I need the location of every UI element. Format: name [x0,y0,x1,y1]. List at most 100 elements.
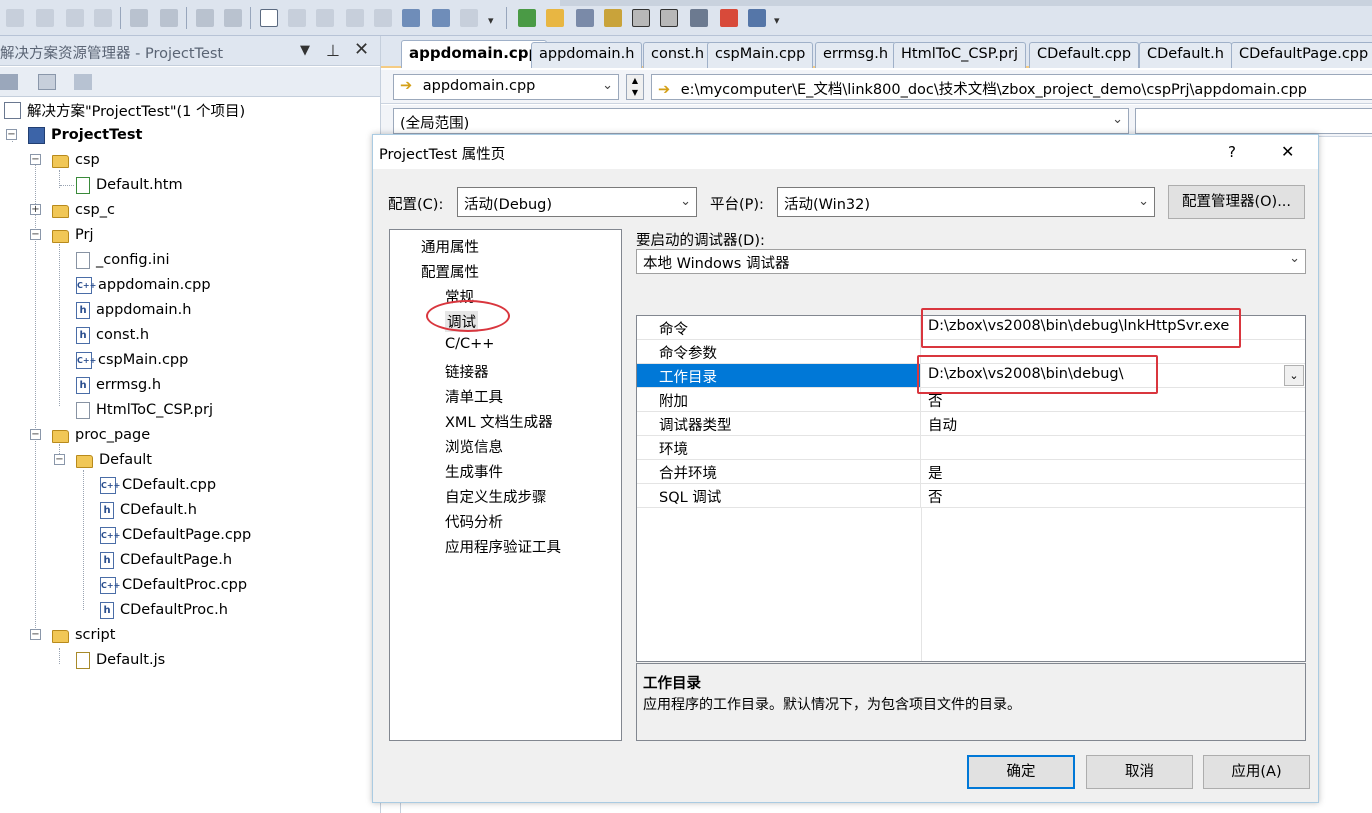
bookmark-prev-icon[interactable] [288,9,306,27]
outdent-icon[interactable] [160,9,178,27]
toolbar-icon-3[interactable] [66,9,84,27]
collapse-icon[interactable]: − [30,629,41,640]
file-combo[interactable]: ➔ appdomain.cpp ⌄ [393,74,619,100]
toolbar-icon-2[interactable] [36,9,54,27]
tree-item-file[interactable]: C++ CDefaultPage.cpp [100,523,251,547]
cancel-button[interactable]: 取消 [1086,755,1193,789]
scope-combo[interactable]: (全局范围) ⌄ [393,108,1129,134]
close-icon[interactable]: ✕ [1281,142,1294,161]
tab-appdomain-cpp[interactable]: appdomain.cpp [401,40,548,68]
font-icon[interactable] [604,9,622,27]
expand-icon[interactable]: + [30,204,41,215]
toolbar-overflow-icon[interactable]: ▾ [488,14,496,32]
tab-const-h[interactable]: const.h [643,42,713,68]
prop-row-command[interactable]: 命令 D:\zbox\vs2008\bin\debug\lnkHttpSvr.e… [637,316,1305,340]
tree-item-file[interactable]: Default.js [76,648,165,672]
tree-item-file[interactable]: HtmlToC_CSP.prj [76,398,213,422]
collapse-icon[interactable]: − [30,154,41,165]
nav-item-general[interactable]: 常规 [445,286,474,307]
bookmark-folder-icon[interactable] [346,9,364,27]
toolbar-icon-4[interactable] [94,9,112,27]
bookmark-list-icon[interactable] [460,9,478,27]
prop-value[interactable] [922,436,1305,459]
tree-item-file[interactable]: C++ cspMain.cpp [76,348,188,372]
open-folder-icon[interactable] [546,9,564,27]
bookmark-icon[interactable] [260,9,278,27]
lock-icon[interactable] [632,9,650,27]
toolbar-icon-1[interactable] [6,9,24,27]
bookmark-toggle-icon[interactable] [432,9,450,27]
dropdown-icon[interactable]: ▼ [300,43,310,58]
prop-row-merge-env[interactable]: 合并环境 是 [637,460,1305,484]
tab-cdefaultpage-cpp[interactable]: CDefaultPage.cpp [1231,42,1372,68]
prop-value[interactable]: 否 [922,388,1305,411]
tree-item-file[interactable]: h appdomain.h [76,298,191,322]
prop-row-command-args[interactable]: 命令参数 [637,340,1305,364]
comment-icon[interactable] [196,9,214,27]
nav-item-common-props[interactable]: 通用属性 [421,236,479,257]
nav-item-config-props[interactable]: 配置属性 [421,261,479,282]
spellcheck-icon[interactable] [720,9,738,27]
config-select[interactable]: 活动(Debug) ⌄ [457,187,697,217]
tab-errmsg-h[interactable]: errmsg.h [815,42,897,68]
toolbar-overflow-icon[interactable]: ▾ [774,14,782,32]
tree-item-file[interactable]: h errmsg.h [76,373,161,397]
tree-item-file[interactable]: Default.htm [76,173,183,197]
debugger-select[interactable]: 本地 Windows 调试器 ⌄ [636,249,1306,274]
apply-button[interactable]: 应用(A) [1203,755,1310,789]
prop-value[interactable]: D:\zbox\vs2008\bin\debug\lnkHttpSvr.exe [922,316,1305,339]
tree-item-solution[interactable]: 解决方案"ProjectTest"(1 个项目) [4,98,245,122]
prop-value[interactable]: 自动 [922,412,1305,435]
bookmark-doc-icon[interactable] [374,9,392,27]
prop-row-sql-debug[interactable]: SQL 调试 否 [637,484,1305,508]
collapse-icon[interactable]: − [30,429,41,440]
tree-item-file[interactable]: h CDefaultPage.h [100,548,232,572]
ok-button[interactable]: 确定 [967,755,1075,789]
prop-value[interactable]: 否 [922,484,1305,507]
nav-item-xml-doc[interactable]: XML 文档生成器 [445,411,553,432]
tree-item-folder-csp-c[interactable]: csp_c [52,198,115,222]
platform-select[interactable]: 活动(Win32) ⌄ [777,187,1155,217]
nav-item-manifest[interactable]: 清单工具 [445,386,503,407]
path-combo[interactable]: ➔ e:\mycomputer\E_文档\link800_doc\技术文档\zb… [651,74,1372,100]
bookmark-next-icon[interactable] [316,9,334,27]
tree-item-project[interactable]: ProjectTest [28,123,142,147]
prop-value[interactable]: 是 [922,460,1305,483]
tree-item-folder-default[interactable]: Default [76,448,152,472]
nav-item-code-analysis[interactable]: 代码分析 [445,511,503,532]
prop-value[interactable] [922,340,1305,363]
tab-cdefault-h[interactable]: CDefault.h [1139,42,1232,68]
tree-item-file[interactable]: h CDefaultProc.h [100,598,228,622]
collapse-icon[interactable]: − [6,129,17,140]
tree-item-folder-prj[interactable]: Prj [52,223,93,247]
prop-value[interactable]: D:\zbox\vs2008\bin\debug\ [922,364,1305,387]
close-icon[interactable]: ✕ [354,39,369,60]
prop-row-attach[interactable]: 附加 否 [637,388,1305,412]
show-all-files-icon[interactable] [38,74,56,90]
tools-icon[interactable] [576,9,594,27]
check-icon[interactable] [518,9,536,27]
nav-item-debugging[interactable]: 调试 [445,311,478,332]
window-icon[interactable] [748,9,766,27]
spinner-icon[interactable]: ▲ ▼ [626,74,644,100]
config-manager-button[interactable]: 配置管理器(O)... [1168,185,1305,219]
collapse-icon[interactable]: − [54,454,65,465]
member-combo[interactable] [1135,108,1372,134]
nav-item-app-verifier[interactable]: 应用程序验证工具 [445,536,561,557]
chevron-down-icon[interactable]: ⌄ [1284,365,1304,386]
tab-cdefault-cpp[interactable]: CDefault.cpp [1029,42,1140,68]
tree-item-file[interactable]: h CDefault.h [100,498,197,522]
nav-item-custom-build[interactable]: 自定义生成步骤 [445,486,547,507]
unlock-icon[interactable] [660,9,678,27]
indent-icon[interactable] [130,9,148,27]
prop-row-working-dir[interactable]: 工作目录 D:\zbox\vs2008\bin\debug\ ⌄ [637,364,1305,388]
help-icon[interactable]: ? [1228,143,1236,161]
tree-item-file[interactable]: C++ CDefaultProc.cpp [100,573,247,597]
braces-icon[interactable] [690,9,708,27]
tree-item-folder-proc-page[interactable]: proc_page [52,423,150,447]
pin-icon[interactable]: ⊥ [326,41,340,60]
prop-row-debugger-type[interactable]: 调试器类型 自动 [637,412,1305,436]
prop-row-environment[interactable]: 环境 [637,436,1305,460]
tab-htmltoc-csp-prj[interactable]: HtmlToC_CSP.prj [893,42,1026,68]
nav-item-browse-info[interactable]: 浏览信息 [445,436,503,457]
